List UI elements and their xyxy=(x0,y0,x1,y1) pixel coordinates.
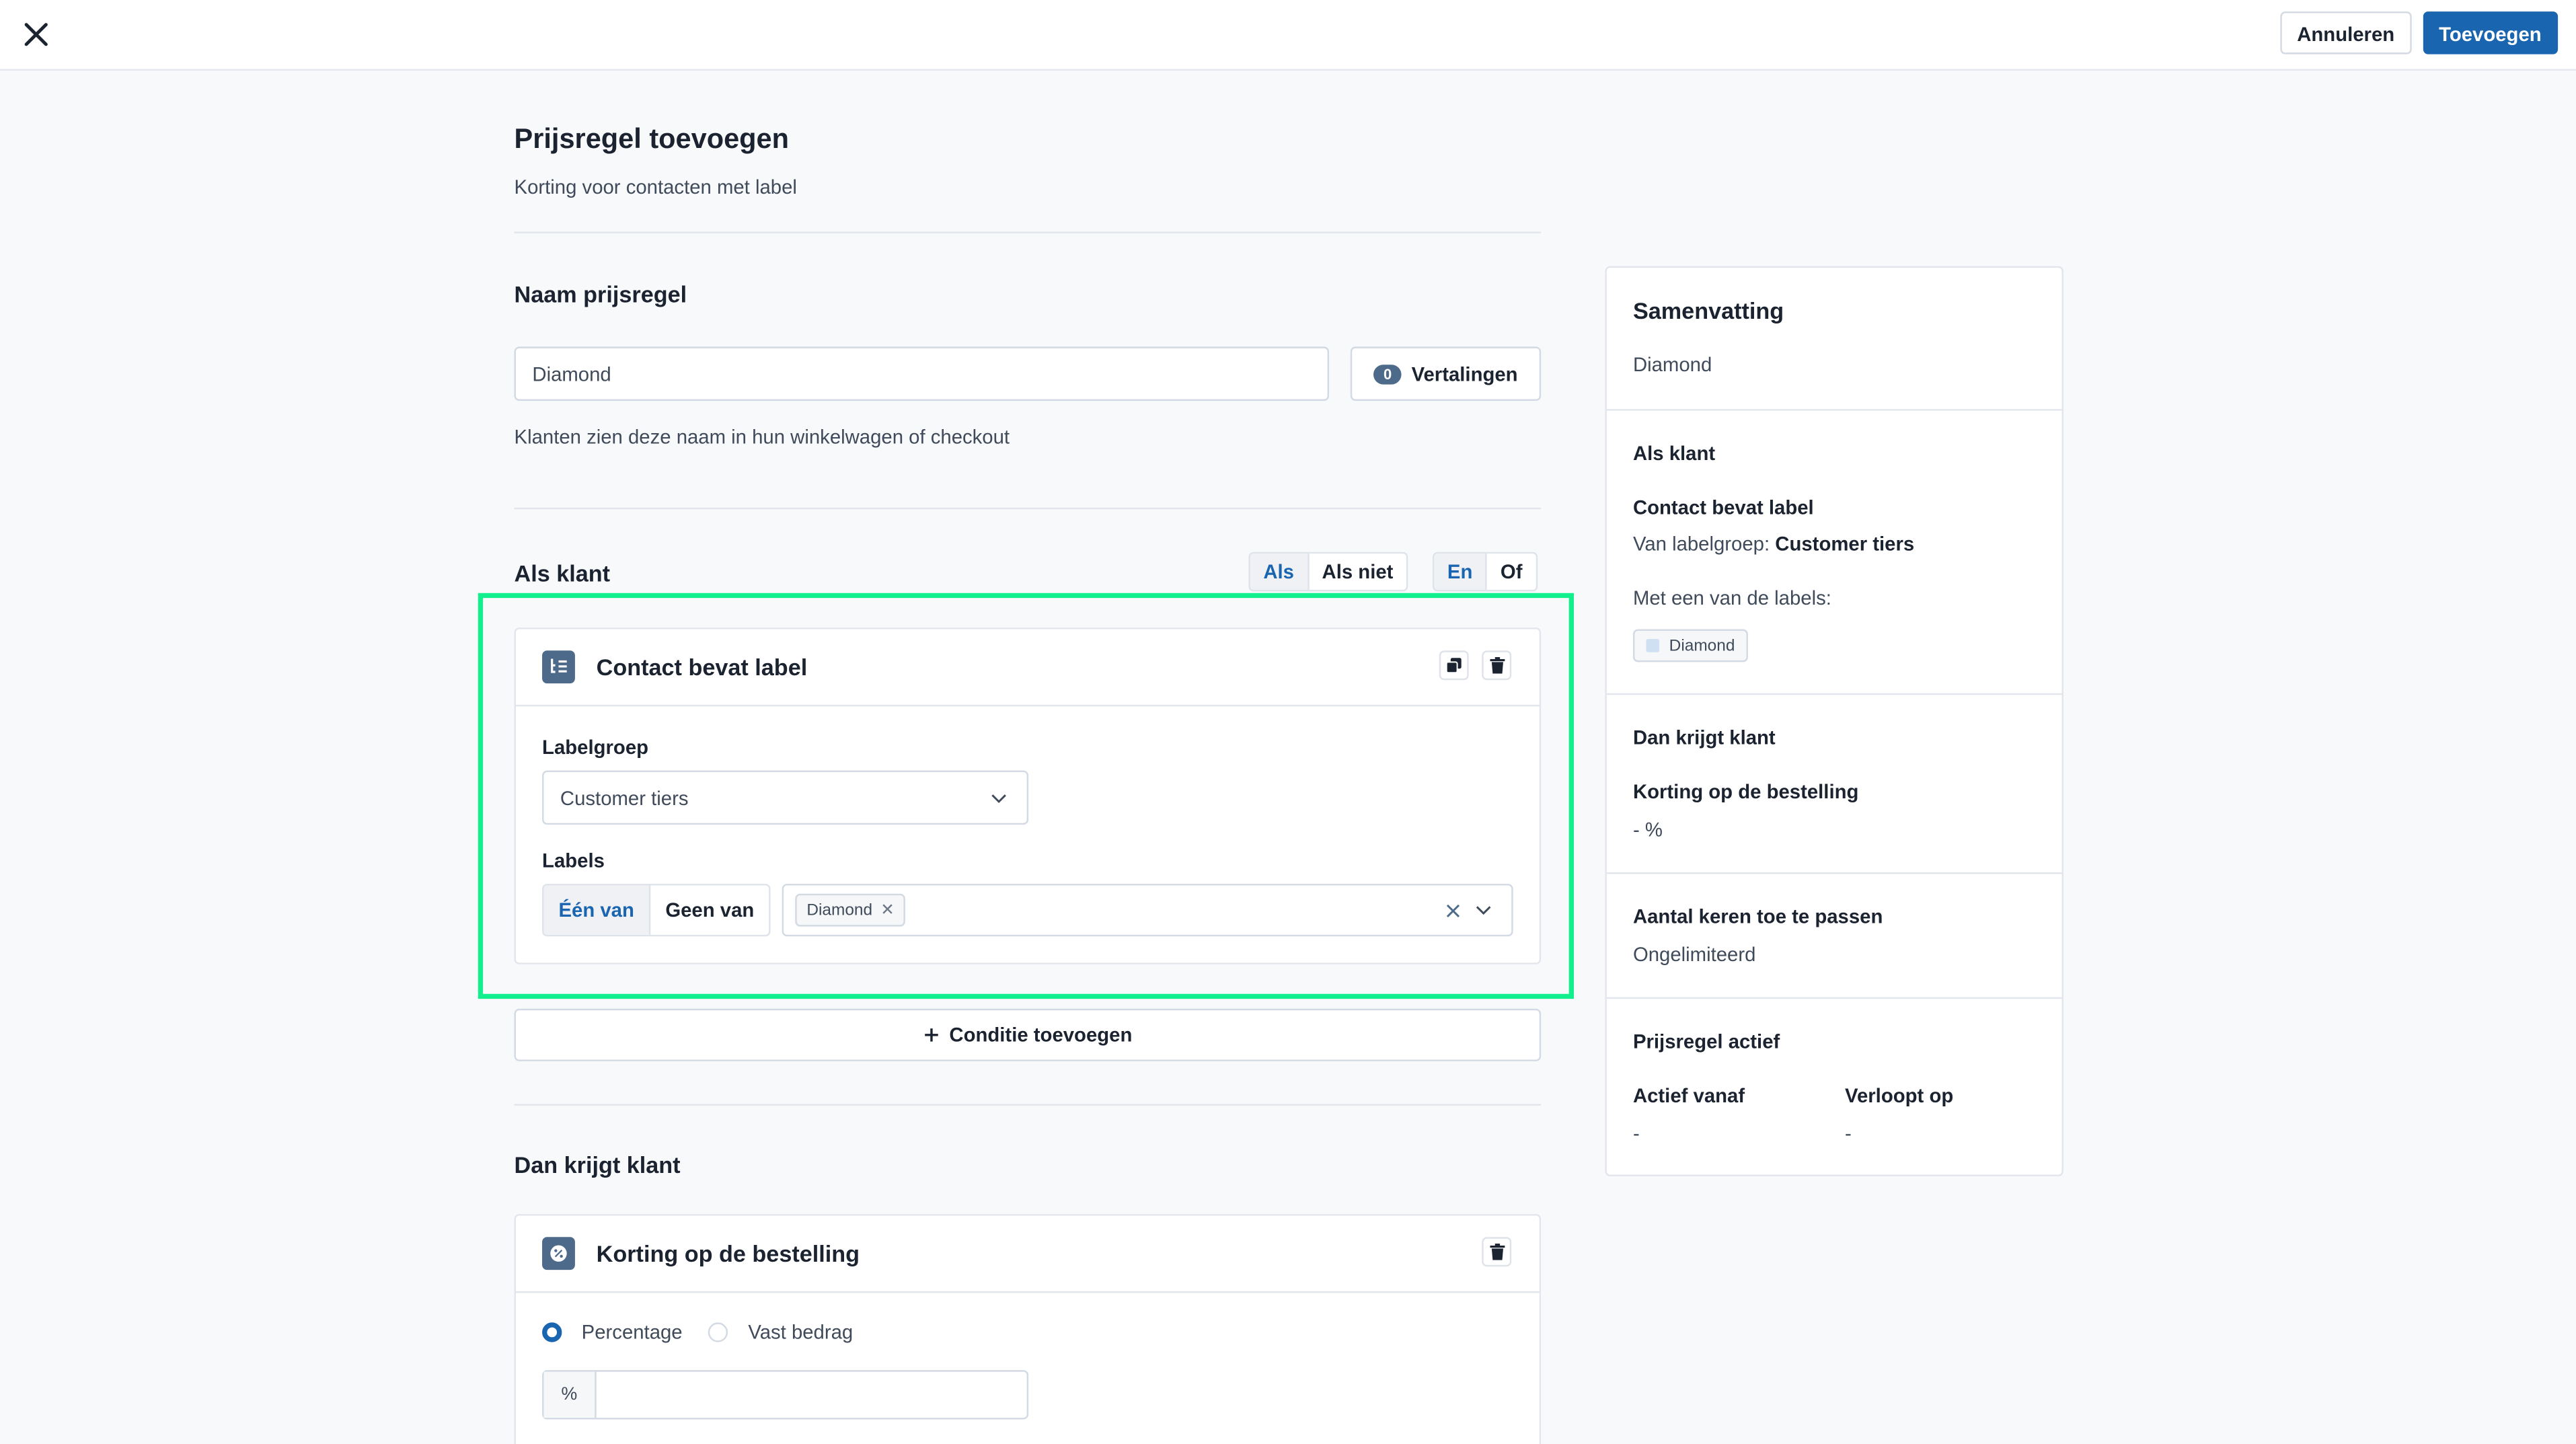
add-button[interactable]: Toevoegen xyxy=(2422,11,2559,54)
radio-percentage[interactable] xyxy=(542,1322,562,1342)
if-section-title: Als klant xyxy=(514,560,611,587)
close-icon xyxy=(24,23,48,46)
summary-uses-value: Ongelimiteerd xyxy=(1632,943,1756,966)
percent-prefix: % xyxy=(543,1371,597,1418)
toggle-en[interactable]: En xyxy=(1434,554,1488,590)
remove-tag-icon[interactable]: ✕ xyxy=(880,901,894,919)
labelgroup-label: Labelgroep xyxy=(542,736,649,759)
summary-discount-value: - % xyxy=(1632,818,1663,841)
divider xyxy=(514,1104,1542,1106)
discount-value-input[interactable]: % xyxy=(542,1370,1029,1420)
summary-panel: Samenvatting Diamond Als klant Contact b… xyxy=(1605,266,2063,1176)
summary-labels-prefix: Met een van de labels: xyxy=(1632,586,1831,610)
radio-percentage-label: Percentage xyxy=(581,1320,683,1344)
duplicate-condition-button[interactable] xyxy=(1439,650,1469,681)
labels-label: Labels xyxy=(542,849,605,873)
page: Annuleren Toevoegen Prijsregel toevoegen… xyxy=(0,0,2576,1444)
top-bar: Annuleren Toevoegen xyxy=(0,0,2576,71)
summary-label-name: Diamond xyxy=(1669,636,1735,655)
condition-title: Contact bevat label xyxy=(596,654,808,681)
plus-icon xyxy=(924,1028,938,1042)
toggle-of[interactable]: Of xyxy=(1487,554,1536,590)
tag-label: Diamond xyxy=(806,901,873,919)
summary-title: Samenvatting xyxy=(1632,297,1784,324)
radio-fixed-amount-label: Vast bedrag xyxy=(748,1320,854,1344)
page-title: Prijsregel toevoegen xyxy=(514,123,790,155)
toggle-geen-van[interactable]: Geen van xyxy=(650,886,769,935)
summary-discount-title: Korting op de bestelling xyxy=(1632,780,1859,804)
labelgroup-select[interactable]: Customer tiers xyxy=(542,770,1029,825)
summary-active-from-value: - xyxy=(1632,1122,1640,1145)
summary-label-tag: Diamond xyxy=(1632,629,1749,662)
page-subtitle: Korting voor contacten met label xyxy=(514,176,797,199)
summary-name: Diamond xyxy=(1632,353,1712,377)
labels-multiselect[interactable]: Diamond ✕ xyxy=(782,884,1513,937)
then-section-title: Dan krijgt klant xyxy=(514,1151,681,1178)
summary-condition-title: Contact bevat label xyxy=(1632,496,1814,519)
summary-labelgroup-prefix: Van labelgroep: xyxy=(1632,532,1770,556)
chevron-down-icon xyxy=(991,793,1006,802)
labelgroup-value: Customer tiers xyxy=(560,786,689,809)
translations-label: Vertalingen xyxy=(1411,362,1518,385)
toggle-een-van[interactable]: Één van xyxy=(543,885,651,935)
discount-badge-icon xyxy=(542,1237,575,1270)
summary-active-heading: Prijsregel actief xyxy=(1632,1030,1780,1053)
cancel-button[interactable]: Annuleren xyxy=(2280,11,2411,54)
divider xyxy=(514,231,1542,233)
match-toggle: Één van Geen van xyxy=(542,884,771,937)
name-section-title: Naam prijsregel xyxy=(514,280,687,307)
condition-card: Contact bevat label Labelgroep Customer … xyxy=(514,628,1542,964)
delete-condition-button[interactable] xyxy=(1482,650,1512,681)
delete-discount-button[interactable] xyxy=(1482,1237,1512,1267)
rule-name-value: Diamond xyxy=(532,362,611,385)
divider xyxy=(514,507,1542,510)
summary-expires-label: Verloopt op xyxy=(1845,1084,1954,1108)
toggle-als-niet[interactable]: Als niet xyxy=(1309,554,1406,590)
discount-card: Korting op de bestelling Percentage Vast… xyxy=(514,1214,1542,1444)
clear-icon[interactable] xyxy=(1445,903,1460,918)
summary-then-heading: Dan krijgt klant xyxy=(1632,726,1776,749)
toggle-als[interactable]: Als xyxy=(1250,554,1309,590)
label-list-icon xyxy=(542,650,575,684)
trash-icon xyxy=(1489,1244,1505,1260)
radio-fixed-amount[interactable] xyxy=(708,1322,729,1342)
summary-expires-value: - xyxy=(1845,1122,1852,1145)
selected-label-tag: Diamond ✕ xyxy=(795,893,906,927)
chevron-down-icon xyxy=(1476,906,1491,915)
name-helper-text: Klanten zien deze naam in hun winkelwage… xyxy=(514,425,1010,449)
add-condition-button[interactable]: Conditie toevoegen xyxy=(514,1008,1542,1061)
summary-uses-heading: Aantal keren toe te passen xyxy=(1632,905,1883,929)
summary-active-from-label: Actief vanaf xyxy=(1632,1084,1745,1108)
summary-labelgroup-value: Customer tiers xyxy=(1775,532,1915,556)
duplicate-icon xyxy=(1445,658,1462,674)
add-condition-label: Conditie toevoegen xyxy=(949,1023,1133,1047)
translations-count-badge: 0 xyxy=(1373,364,1402,384)
if-mode-toggle: Als Als niet xyxy=(1248,552,1408,592)
rule-name-input[interactable]: Diamond xyxy=(514,346,1330,401)
trash-icon xyxy=(1489,657,1505,674)
close-button[interactable] xyxy=(20,18,52,51)
translations-button[interactable]: 0 Vertalingen xyxy=(1350,346,1542,401)
label-color-swatch xyxy=(1646,639,1660,652)
discount-title: Korting op de bestelling xyxy=(596,1240,860,1267)
summary-if-heading: Als klant xyxy=(1632,442,1716,465)
logic-toggle: En Of xyxy=(1432,552,1538,592)
